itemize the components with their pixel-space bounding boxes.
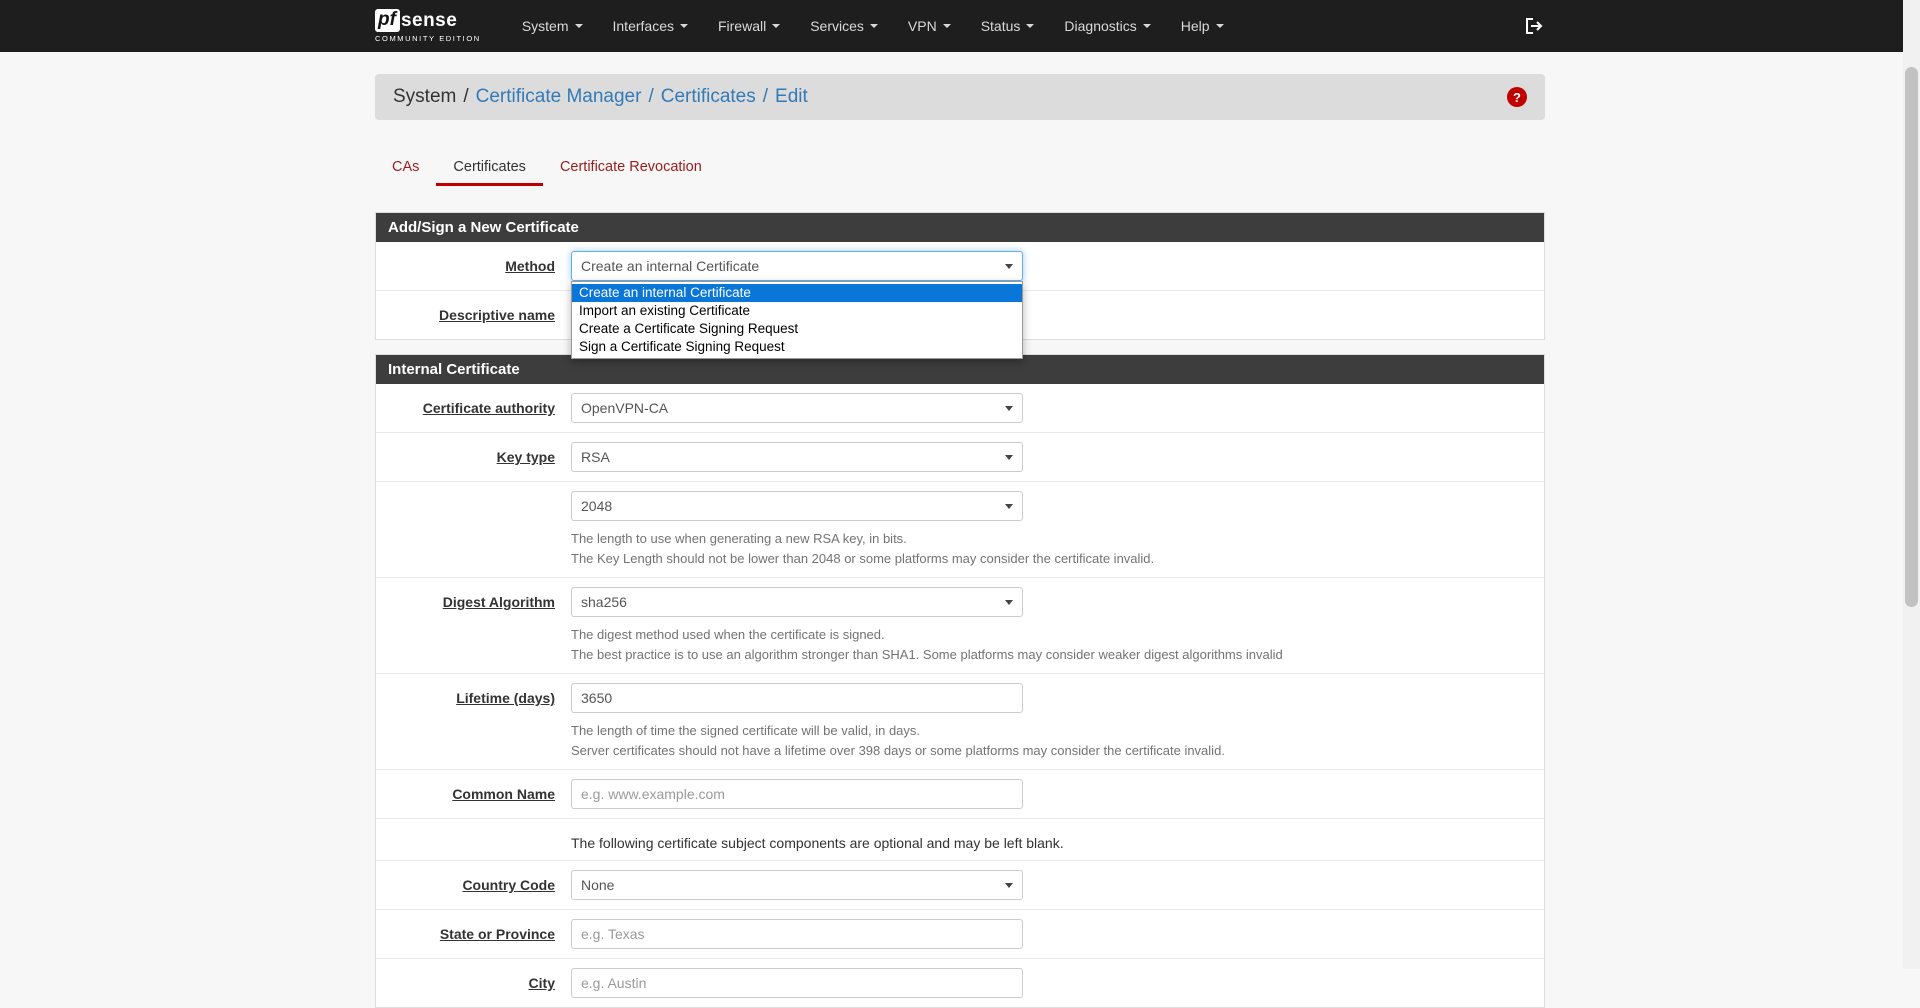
key-type-label: Key type — [496, 449, 555, 465]
logo-edition-text: COMMUNITY EDITION — [375, 34, 481, 43]
certificate-authority-value: OpenVPN-CA — [581, 400, 669, 416]
tab-certificate-revocation[interactable]: Certificate Revocation — [543, 150, 719, 186]
key-length-select[interactable]: 2048 — [571, 491, 1023, 521]
sign-out-icon — [1526, 18, 1543, 34]
form-row-state: State or Province — [376, 910, 1544, 959]
menu-vpn[interactable]: VPN — [893, 0, 966, 52]
form-row-key-type: Key type RSA — [376, 433, 1544, 482]
form-row-common-name: Common Name — [376, 770, 1544, 819]
digest-algorithm-help: The digest method used when the certific… — [571, 627, 1283, 662]
certificate-authority-label: Certificate authority — [422, 400, 555, 416]
form-row-certificate-authority: Certificate authority OpenVPN-CA — [376, 384, 1544, 433]
chevron-down-icon — [1005, 599, 1013, 605]
lifetime-input[interactable] — [571, 683, 1023, 713]
chevron-down-icon — [942, 24, 951, 28]
menu-services[interactable]: Services — [795, 0, 893, 52]
form-row-digest-algorithm: Digest Algorithm sha256 The digest metho… — [376, 578, 1544, 674]
panel-internal-certificate: Internal Certificate Certificate authori… — [375, 354, 1545, 1008]
subject-components-note: The following certificate subject compon… — [571, 835, 1064, 851]
chevron-down-icon — [574, 24, 583, 28]
chevron-down-icon — [1005, 405, 1013, 411]
key-length-label — [376, 491, 571, 568]
scrollbar-thumb[interactable] — [1905, 67, 1918, 607]
menu-firewall[interactable]: Firewall — [703, 0, 795, 52]
chevron-down-icon — [1005, 454, 1013, 460]
dropdown-option-sign-csr[interactable]: Sign a Certificate Signing Request — [572, 338, 1022, 356]
breadcrumb-root: System — [393, 86, 457, 107]
top-navbar: pf sense COMMUNITY EDITION System Interf… — [0, 0, 1920, 52]
lifetime-help: The length of time the signed certificat… — [571, 723, 1225, 758]
pfsense-logo[interactable]: pf sense COMMUNITY EDITION — [375, 9, 481, 43]
form-row-city: City — [376, 959, 1544, 1007]
menu-status[interactable]: Status — [966, 0, 1050, 52]
chevron-down-icon — [1005, 882, 1013, 888]
method-select[interactable]: Create an internal Certificate — [571, 251, 1023, 281]
key-type-value: RSA — [581, 449, 610, 465]
country-code-label: Country Code — [462, 877, 555, 893]
chevron-down-icon — [1026, 24, 1035, 28]
form-row-country-code: Country Code None — [376, 861, 1544, 910]
chevron-down-icon — [679, 24, 688, 28]
breadcrumb: System / Certificate Manager / Certifica… — [375, 74, 1545, 120]
breadcrumb-link-certificates[interactable]: Certificates — [661, 86, 756, 108]
chevron-down-icon — [1142, 24, 1151, 28]
breadcrumb-link-certificate-manager[interactable]: Certificate Manager — [476, 86, 642, 108]
digest-algorithm-value: sha256 — [581, 594, 627, 610]
method-label: Method — [505, 258, 555, 274]
form-row-key-length: 2048 The length to use when generating a… — [376, 482, 1544, 578]
menu-interfaces[interactable]: Interfaces — [598, 0, 703, 52]
panel-title: Internal Certificate — [376, 355, 1544, 384]
digest-algorithm-label: Digest Algorithm — [442, 594, 555, 610]
panel-title: Add/Sign a New Certificate — [376, 213, 1544, 242]
scrollbar-track[interactable] — [1903, 0, 1920, 969]
country-code-select[interactable]: None — [571, 870, 1023, 900]
key-length-value: 2048 — [581, 498, 613, 514]
panel-add-sign-certificate: Add/Sign a New Certificate Method Create… — [375, 212, 1545, 359]
breadcrumb-link-edit[interactable]: Edit — [775, 86, 808, 108]
state-label: State or Province — [439, 926, 555, 942]
form-row-method: Method Create an internal Certificate Cr… — [376, 242, 1544, 359]
menu-system[interactable]: System — [507, 0, 598, 52]
chevron-down-icon — [1005, 503, 1013, 509]
form-row-lifetime: Lifetime (days) The length of time the s… — [376, 674, 1544, 770]
dropdown-option-import-existing[interactable]: Import an existing Certificate — [572, 302, 1022, 320]
common-name-input[interactable] — [571, 779, 1023, 809]
breadcrumb-separator: / — [648, 86, 654, 107]
chevron-down-icon — [772, 24, 781, 28]
digest-algorithm-select[interactable]: sha256 — [571, 587, 1023, 617]
help-icon[interactable]: ? — [1507, 87, 1527, 107]
method-dropdown-popup: Create an internal Certificate Import an… — [571, 281, 1023, 359]
dropdown-option-create-internal[interactable]: Create an internal Certificate — [572, 284, 1022, 302]
chevron-down-icon — [1005, 263, 1013, 269]
logout-button[interactable] — [1525, 17, 1545, 35]
logo-sense-text: sense — [400, 9, 458, 31]
city-label: City — [528, 975, 555, 991]
logo-pf-mark: pf — [375, 9, 400, 32]
dropdown-option-create-csr[interactable]: Create a Certificate Signing Request — [572, 320, 1022, 338]
tab-cas[interactable]: CAs — [375, 150, 436, 186]
tab-bar: CAs Certificates Certificate Revocation — [375, 150, 1545, 186]
state-input[interactable] — [571, 919, 1023, 949]
menu-diagnostics[interactable]: Diagnostics — [1049, 0, 1165, 52]
common-name-label: Common Name — [452, 786, 555, 802]
breadcrumb-separator: / — [463, 86, 469, 107]
form-row-subject-note: The following certificate subject compon… — [376, 819, 1544, 861]
menu-help[interactable]: Help — [1166, 0, 1239, 52]
key-type-select[interactable]: RSA — [571, 442, 1023, 472]
method-select-value: Create an internal Certificate — [581, 258, 760, 274]
descriptive-name-label: Descriptive name — [439, 307, 555, 323]
chevron-down-icon — [1215, 24, 1224, 28]
breadcrumb-separator: / — [762, 86, 769, 107]
city-input[interactable] — [571, 968, 1023, 998]
tab-certificates[interactable]: Certificates — [436, 150, 543, 186]
main-menu: System Interfaces Firewall Services VPN … — [507, 0, 1239, 52]
country-code-value: None — [581, 877, 615, 893]
lifetime-label: Lifetime (days) — [456, 690, 555, 706]
key-length-help: The length to use when generating a new … — [571, 531, 1155, 566]
chevron-down-icon — [869, 24, 878, 28]
certificate-authority-select[interactable]: OpenVPN-CA — [571, 393, 1023, 423]
